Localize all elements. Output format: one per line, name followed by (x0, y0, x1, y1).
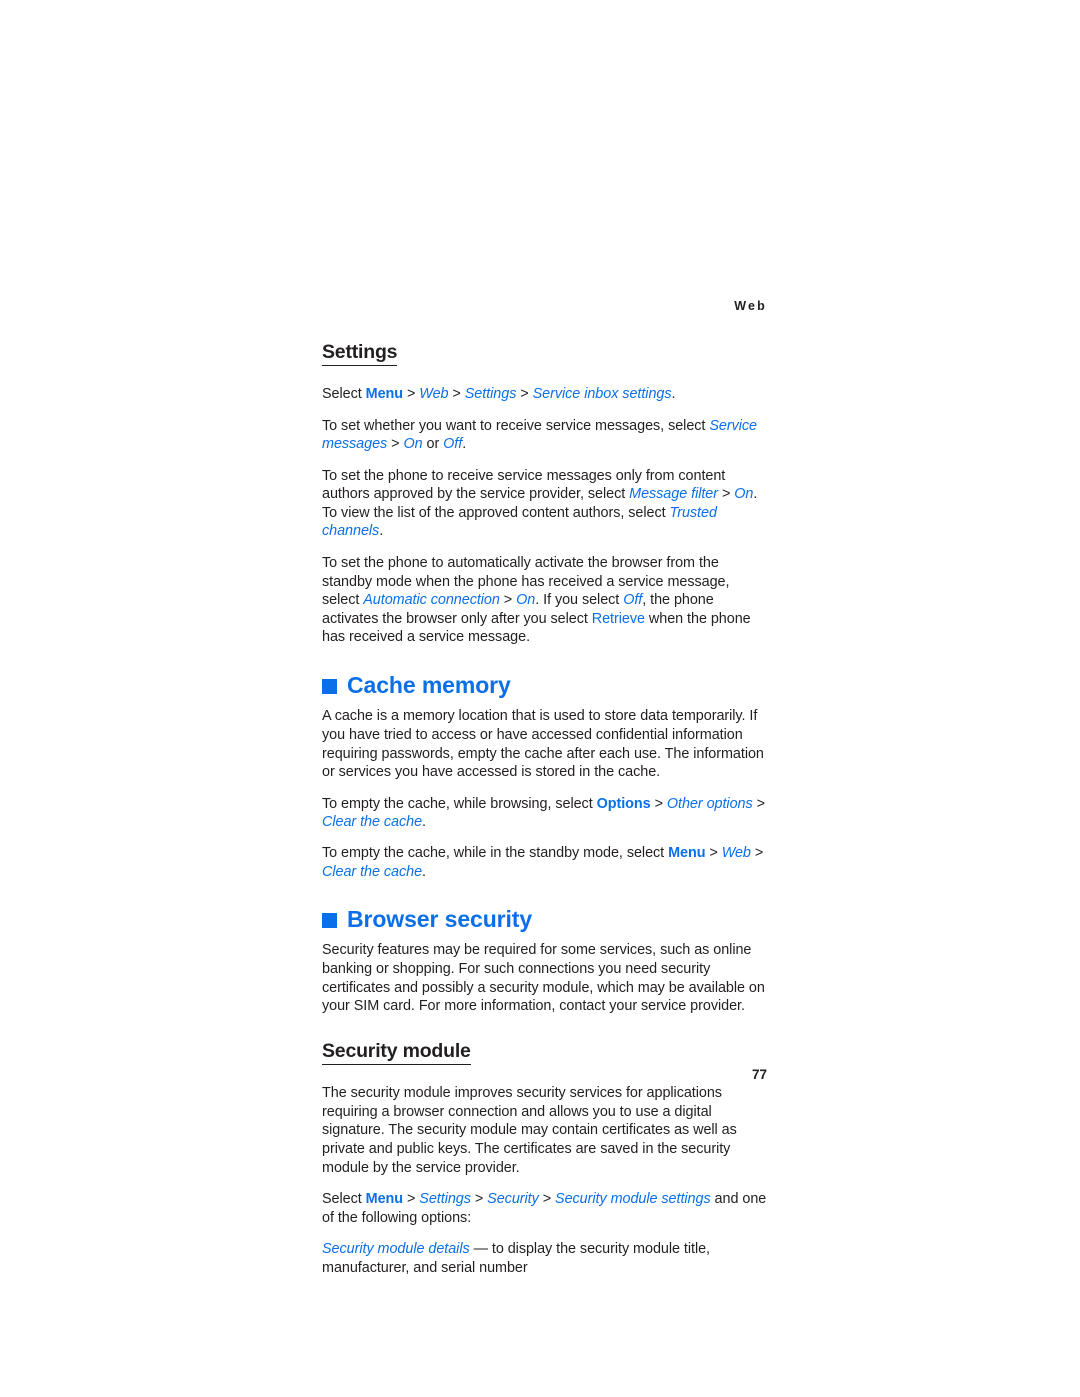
text-lead: To empty the cache, while in the standby… (322, 844, 669, 861)
option-automatic-connection: Automatic connection (363, 592, 500, 609)
path-separator: > (470, 1191, 488, 1208)
path-separator: > (750, 844, 764, 861)
heading-browser-security: Browser security (322, 906, 767, 933)
text-lead: Select (322, 1191, 366, 1208)
heading-security-module: Security module (322, 1040, 471, 1066)
settings-service-messages-paragraph: To set whether you want to receive servi… (322, 417, 767, 454)
path-separator: > (538, 1191, 556, 1208)
path-separator: > (752, 795, 765, 812)
path-security: Security (487, 1191, 539, 1208)
path-separator: > (403, 1191, 420, 1208)
square-bullet-icon (322, 913, 337, 929)
page-number: 77 (751, 1067, 767, 1082)
heading-settings-wrap: Settings (322, 341, 767, 375)
option-on: On (403, 436, 423, 453)
option-on: On (516, 592, 536, 609)
path-web: Web (419, 385, 449, 402)
path-other-options: Other options (666, 795, 753, 812)
option-security-module-details: Security module details (322, 1241, 470, 1258)
settings-select-path: Select Menu > Web > Settings > Service i… (322, 385, 767, 404)
path-service-inbox-settings: Service inbox settings (532, 385, 672, 402)
path-separator: > (387, 436, 404, 453)
option-message-filter: Message filter (629, 486, 719, 503)
option-off: Off (623, 592, 643, 609)
heading-browser-security-label: Browser security (347, 906, 533, 933)
heading-settings: Settings (322, 341, 398, 366)
text-period: . (422, 863, 426, 880)
path-security-module-settings: Security module settings (555, 1191, 711, 1208)
path-web: Web (721, 844, 751, 861)
text-period: . (422, 814, 426, 831)
path-clear-the-cache: Clear the cache (322, 814, 423, 831)
text-mid: or (422, 436, 444, 453)
cache-memory-standby-paragraph: To empty the cache, while in the standby… (322, 844, 767, 881)
path-separator: > (499, 592, 517, 609)
cache-memory-intro-paragraph: A cache is a memory location that is use… (322, 708, 764, 781)
path-settings: Settings (464, 385, 517, 402)
path-menu: Menu (365, 1191, 404, 1208)
heading-cache-memory: Cache memory (322, 672, 767, 699)
cache-memory-browsing-paragraph: To empty the cache, while browsing, sele… (322, 795, 767, 832)
browser-security-intro-paragraph: Security features may be required for so… (322, 942, 765, 1015)
security-module-select-path: Select Menu > Settings > Security > Secu… (322, 1190, 767, 1227)
text-period: . (671, 385, 676, 402)
security-module-intro-paragraph: The security module improves security se… (322, 1085, 737, 1176)
text-period: . (379, 523, 384, 540)
path-separator: > (650, 795, 667, 812)
square-bullet-icon (322, 679, 337, 695)
path-menu: Menu (365, 385, 404, 402)
path-separator: > (516, 385, 533, 402)
path-separator: > (403, 385, 420, 402)
path-separator: > (718, 486, 735, 503)
settings-message-filter-paragraph: To set the phone to receive service mess… (322, 467, 767, 541)
path-clear-the-cache: Clear the cache (322, 863, 423, 880)
text-mid: . If you select (535, 592, 624, 609)
option-on: On (734, 486, 754, 503)
text-period: . (462, 436, 467, 453)
path-settings: Settings (419, 1191, 471, 1208)
text-lead: To set whether you want to receive servi… (322, 417, 710, 434)
path-separator: > (705, 844, 722, 861)
running-head: Web (734, 299, 767, 313)
heading-cache-memory-label: Cache memory (347, 672, 511, 699)
path-options: Options (596, 795, 651, 812)
settings-automatic-connection-paragraph: To set the phone to automatically activa… (322, 554, 767, 647)
option-retrieve: Retrieve (591, 610, 645, 627)
text-lead: To empty the cache, while browsing, sele… (322, 795, 597, 812)
option-off: Off (443, 436, 463, 453)
page-content: Web Settings Select Menu > Web > Setting… (322, 300, 767, 1291)
path-menu: Menu (668, 844, 706, 861)
security-module-details-option: Security module details — to display the… (322, 1240, 767, 1277)
path-separator: > (448, 385, 465, 402)
text-lead: Select (322, 385, 366, 402)
